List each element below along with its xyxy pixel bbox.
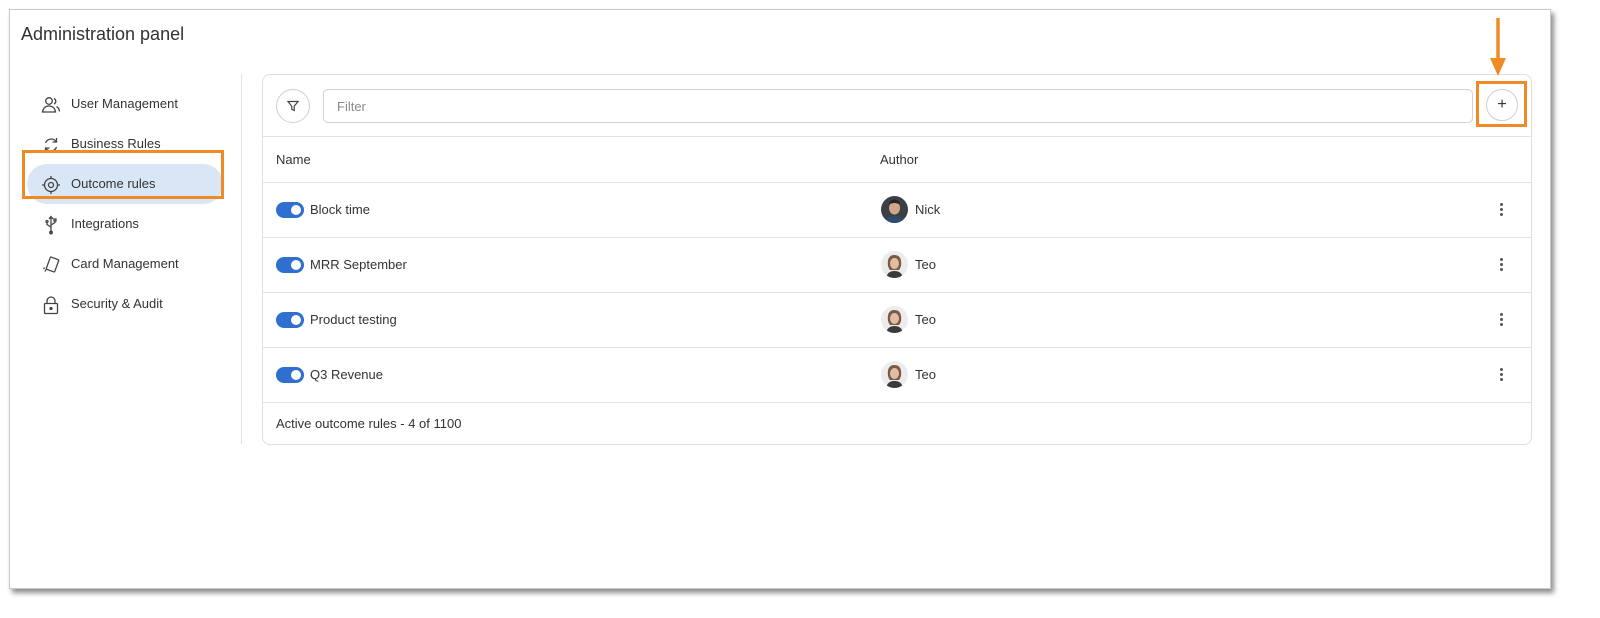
row-menu-button[interactable] bbox=[1493, 363, 1509, 385]
filter-input[interactable] bbox=[323, 89, 1473, 123]
outcome-rules-card: + Name Author Block time Nick bbox=[262, 74, 1532, 445]
rule-author: Teo bbox=[915, 367, 936, 382]
rule-author: Teo bbox=[915, 312, 936, 327]
lock-icon bbox=[43, 296, 59, 315]
rule-enabled-toggle[interactable] bbox=[276, 202, 304, 218]
table-row: Product testing Teo bbox=[263, 293, 1531, 347]
rule-author: Nick bbox=[915, 202, 941, 217]
card-icon bbox=[42, 256, 60, 273]
rule-enabled-toggle[interactable] bbox=[276, 257, 304, 273]
column-header-author[interactable]: Author bbox=[880, 152, 918, 167]
row-menu-button[interactable] bbox=[1493, 253, 1509, 275]
sidebar-item-label: Integrations bbox=[71, 216, 139, 231]
rule-author: Teo bbox=[915, 257, 936, 272]
sidebar-item-label: Security & Audit bbox=[71, 296, 163, 311]
sidebar-item-label: Card Management bbox=[71, 256, 179, 271]
filter-button[interactable] bbox=[276, 89, 310, 123]
avatar bbox=[881, 306, 908, 333]
sidebar-item-label: User Management bbox=[71, 96, 178, 111]
user-management-icon bbox=[41, 97, 61, 113]
page-title: Administration panel bbox=[21, 24, 185, 44]
avatar bbox=[881, 361, 908, 388]
target-icon bbox=[42, 176, 60, 194]
active-rules-count: Active outcome rules - 4 of 1100 bbox=[276, 416, 462, 431]
row-menu-button[interactable] bbox=[1493, 308, 1509, 330]
sidebar-item-outcome-rules[interactable]: Outcome rules bbox=[27, 164, 223, 204]
sidebar-item-card-management[interactable]: Card Management bbox=[27, 244, 223, 284]
rule-name: Block time bbox=[310, 202, 370, 217]
funnel-icon bbox=[287, 100, 299, 112]
table-row: Q3 Revenue Teo bbox=[263, 348, 1531, 402]
sidebar-item-business-rules[interactable]: Business Rules bbox=[27, 124, 223, 164]
avatar bbox=[881, 196, 908, 223]
table-row: Block time Nick bbox=[263, 183, 1531, 237]
plus-icon: + bbox=[1497, 96, 1507, 113]
rule-name: Product testing bbox=[310, 312, 397, 327]
refresh-icon bbox=[44, 138, 58, 152]
admin-window: Administration panel User Management Bus… bbox=[9, 9, 1551, 589]
divider bbox=[263, 136, 1531, 137]
sidebar-item-label: Outcome rules bbox=[71, 176, 156, 191]
divider bbox=[263, 402, 1531, 403]
sidebar-item-security-audit[interactable]: Security & Audit bbox=[27, 284, 223, 324]
column-header-name[interactable]: Name bbox=[276, 152, 311, 167]
sidebar-item-label: Business Rules bbox=[71, 136, 161, 151]
add-rule-button[interactable]: + bbox=[1486, 89, 1518, 121]
row-menu-button[interactable] bbox=[1493, 198, 1509, 220]
rule-enabled-toggle[interactable] bbox=[276, 312, 304, 328]
avatar bbox=[881, 251, 908, 278]
table-row: MRR September Teo bbox=[263, 238, 1531, 292]
sidebar: User Management Business Rules Outcome r… bbox=[10, 74, 242, 444]
rule-name: Q3 Revenue bbox=[310, 367, 383, 382]
usb-icon bbox=[45, 215, 57, 235]
sidebar-item-user-management[interactable]: User Management bbox=[27, 84, 223, 124]
rule-enabled-toggle[interactable] bbox=[276, 367, 304, 383]
rule-name: MRR September bbox=[310, 257, 407, 272]
sidebar-item-integrations[interactable]: Integrations bbox=[27, 204, 223, 244]
